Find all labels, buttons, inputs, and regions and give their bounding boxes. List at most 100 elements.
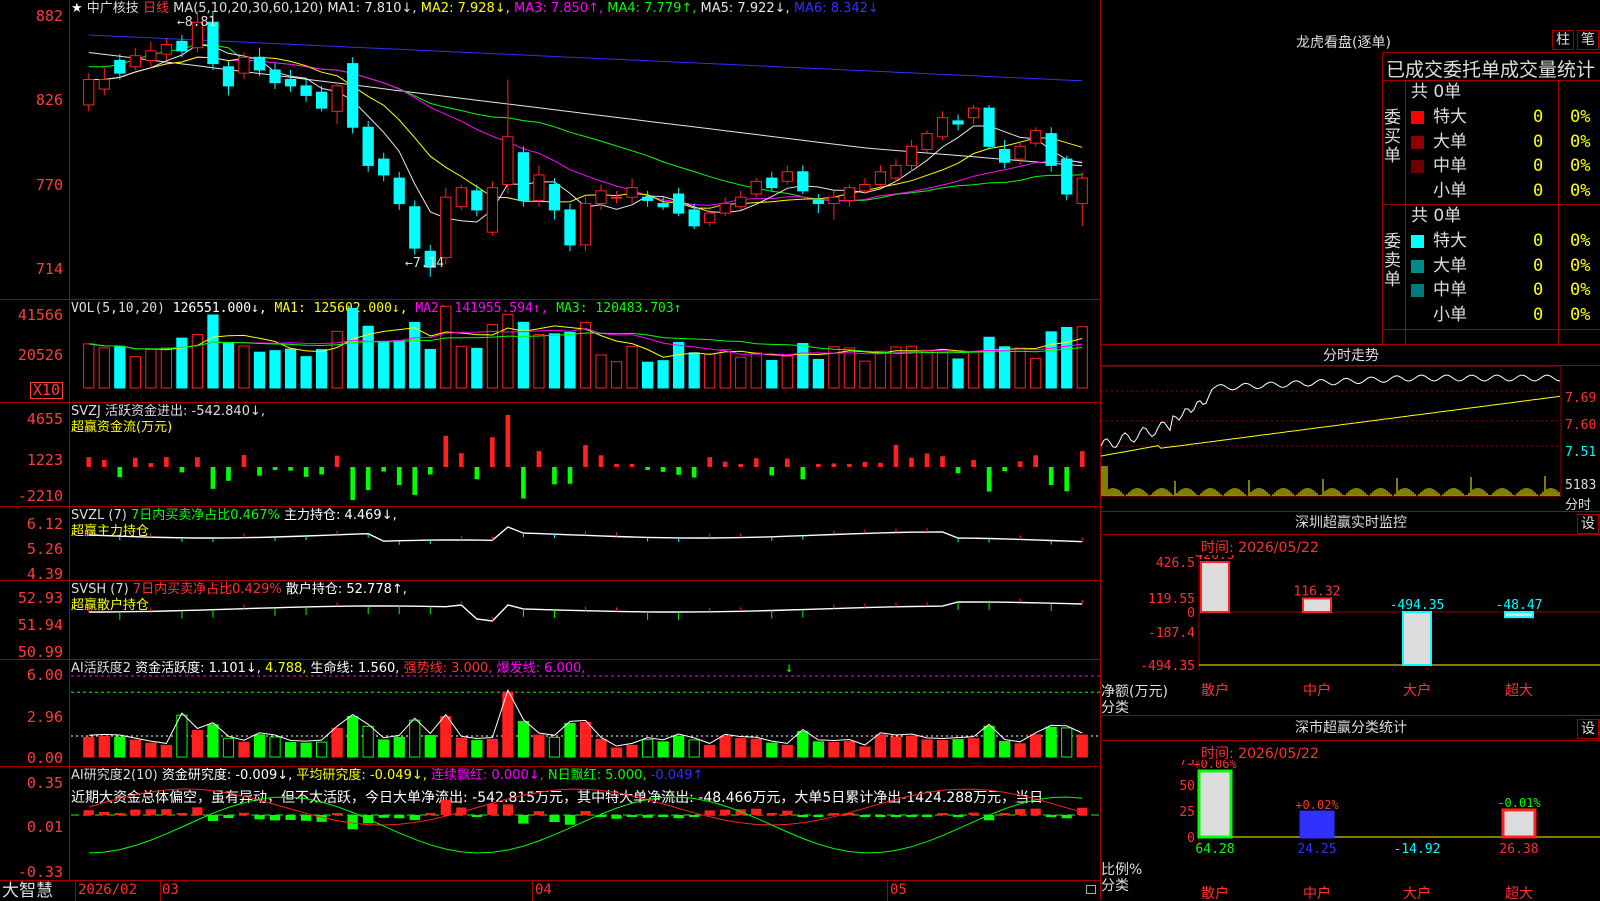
flow-bar <box>691 467 697 478</box>
buy-row-count: 0 <box>1533 131 1544 152</box>
ss-top-label: -0.01% <box>1497 796 1541 810</box>
activity-bar <box>1076 734 1088 758</box>
y-tick: 0.01 <box>26 818 63 836</box>
flow-bar <box>598 455 604 467</box>
activity-bar <box>595 738 607 758</box>
research-bar <box>704 810 715 815</box>
activity-bar <box>517 720 530 758</box>
ai-research-pane[interactable]: 0.35 0.01 -0.33 AI研究度2(10) 资金研究度: -0.009… <box>0 767 1100 881</box>
volume-chart[interactable] <box>71 300 1100 402</box>
volume-bar <box>424 348 436 389</box>
flow-bar <box>1079 451 1085 467</box>
y-tick: 20526 <box>17 346 63 364</box>
flow-bar <box>443 435 449 467</box>
research-bar <box>549 815 560 822</box>
flow-bar <box>893 445 899 467</box>
flow-bar <box>101 460 107 467</box>
sz-settings-button[interactable]: 设 <box>1577 514 1599 534</box>
volume-bar <box>688 352 700 389</box>
research-bar <box>890 815 902 817</box>
kline-pane[interactable]: 882 826 770 714 ★ 中广核技 日线 MA(5,10,20,30,… <box>0 0 1100 300</box>
candle <box>486 187 498 233</box>
ss-settings-button[interactable]: 设 <box>1577 719 1599 739</box>
bar-mode-button[interactable]: 柱 <box>1552 30 1574 50</box>
ss-stats-chart[interactable]: 7550250+0.06%64.28散户+0.02%24.25中户-14.92大… <box>1101 760 1600 900</box>
tick-mode-button[interactable]: 笔 <box>1577 30 1599 50</box>
sz-bar <box>1302 597 1332 613</box>
buy-color-square <box>1411 111 1424 124</box>
volume-bar <box>673 341 685 389</box>
ai-active-chart[interactable] <box>71 660 1100 766</box>
candle <box>145 50 157 61</box>
candle <box>378 158 390 176</box>
activity-bar <box>874 734 887 758</box>
research-bar <box>813 815 824 817</box>
activity-bar <box>347 716 359 758</box>
volume-bar <box>393 340 405 389</box>
svsh-pane[interactable]: 52.93 51.94 50.99 SVSH (7) 7日内买卖净占比0.429… <box>0 581 1100 660</box>
svzj-chart[interactable] <box>71 403 1100 506</box>
volume-bar <box>797 343 809 389</box>
flow-bar <box>1017 461 1023 467</box>
volume-pane[interactable]: 41566 20526 X10 VOL(5,10,20) 126551.000↓… <box>0 300 1100 403</box>
activity-bar <box>905 735 918 758</box>
activity-bar <box>999 741 1011 758</box>
flow-bar <box>955 467 961 474</box>
flow-bar <box>148 463 154 467</box>
activity-bar <box>936 740 949 758</box>
sz-bar <box>1402 611 1432 666</box>
candle <box>1014 145 1026 160</box>
buy-row-label: 特大 <box>1433 107 1467 127</box>
table-separator <box>1383 329 1600 330</box>
volume-bar <box>471 347 483 389</box>
svzl-pane[interactable]: 6.12 5.26 4.39 SVZL (7) 7日内买卖净占比0.467% 主… <box>0 507 1100 582</box>
svzl-chart[interactable] <box>71 507 1100 580</box>
flow-bar <box>552 467 557 485</box>
research-bar <box>192 807 203 815</box>
candle <box>812 199 824 205</box>
sell-row-percent: 0% <box>1570 304 1591 325</box>
volume-bar <box>331 330 343 389</box>
ai-research-chart[interactable] <box>71 767 1100 881</box>
activity-bar <box>579 721 592 758</box>
ai-active-pane[interactable]: 6.00 2.96 0.00 AI活跃度2 资金活跃度: 1.101↓, 4.7… <box>0 660 1100 767</box>
sz-monitor-chart[interactable]: 426.5 119.550 -187.4 -494.35 426.5 散户 116.32 中户… <box>1101 555 1600 715</box>
intraday-chart[interactable] <box>1101 366 1600 511</box>
candle <box>766 177 778 189</box>
svsh-line <box>88 601 1083 622</box>
research-bar <box>766 813 777 815</box>
sell-row-label: 小单 <box>1433 304 1467 325</box>
sell-color-square <box>1411 284 1424 297</box>
activity-bar <box>548 736 561 758</box>
flow-bar <box>769 467 775 476</box>
date-axis-bar: 大智慧 2026/02 03 04 05 <box>0 880 1100 901</box>
candle <box>859 183 871 192</box>
sell-color-square <box>1411 259 1424 273</box>
candle <box>704 212 716 224</box>
y-tick: 4655 <box>26 410 63 428</box>
flow-bar <box>350 467 355 500</box>
sz-bar <box>1200 561 1230 613</box>
buy-row-percent: 0% <box>1570 180 1591 201</box>
table-separator <box>1405 80 1406 345</box>
research-bar <box>689 815 700 817</box>
svzj-pane[interactable]: 4655 1223 -2210 SVZJ 活跃资金进出: -542.840↓, … <box>0 403 1100 507</box>
volume-bar <box>1045 331 1057 389</box>
candlestick-chart[interactable] <box>71 0 1100 299</box>
research-bar <box>409 815 420 821</box>
volume-bar <box>83 343 95 389</box>
ss-value-label: 64.28 <box>1195 842 1234 857</box>
research-bar <box>1046 815 1057 818</box>
lock-icon[interactable] <box>1086 885 1096 894</box>
candle <box>409 206 421 249</box>
date-separator <box>532 881 533 901</box>
sell-row-label: 中单 <box>1433 280 1467 300</box>
research-bar <box>673 815 684 819</box>
activity-bar <box>331 727 343 758</box>
sz-category-label: 大户 <box>1403 682 1431 699</box>
volume-bar <box>704 353 716 389</box>
research-bar <box>425 813 436 815</box>
svsh-chart[interactable] <box>71 581 1100 659</box>
volume-bar <box>936 351 949 389</box>
brand-logo[interactable]: 大智慧 <box>2 881 53 901</box>
